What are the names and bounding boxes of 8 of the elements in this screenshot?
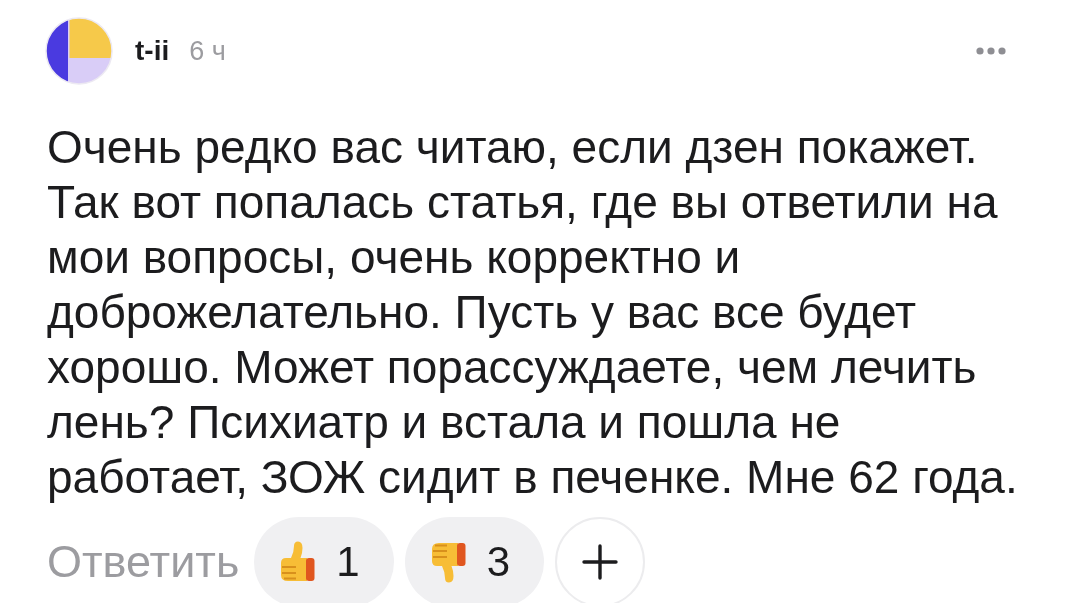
plus-icon [582,544,619,580]
reaction-button[interactable]: 1 [254,517,394,603]
time-label: 6 ч [189,35,226,67]
reaction-button[interactable]: 3 [404,517,545,603]
more-icon[interactable] [976,47,1006,55]
add-reaction-button[interactable] [555,517,646,603]
author-name[interactable]: t-ii [135,35,170,67]
comment-text: Очень редко вас читаю, если дзен покажет. Так вот попалась статья, где вы ответили на мои вопросы, очень корректно и доброжелательно. Пусть у вас все будет хорошо. Может порассуждаете, чем лечить лень? Психиатр и встала и пошла не работает, ЗОЖ сидит в печенке. Мне 62 года. [47,120,1019,505]
